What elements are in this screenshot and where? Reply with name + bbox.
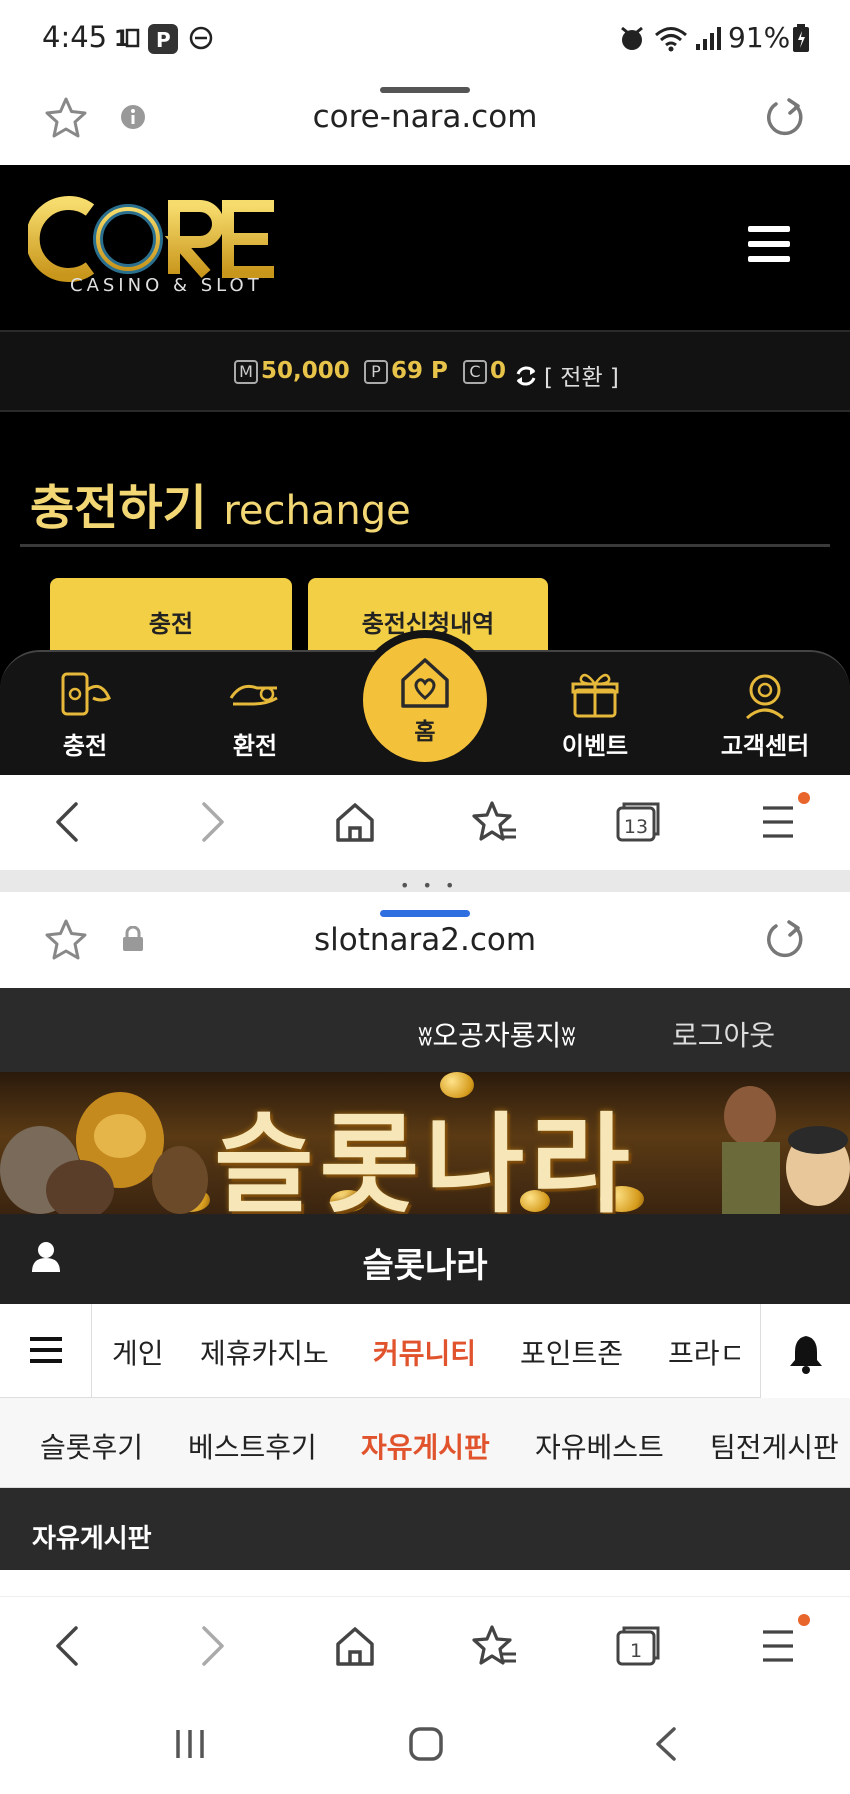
svg-text:13: 13: [624, 816, 648, 838]
support-headset-icon: [746, 674, 784, 720]
sim-icon: 1: [114, 24, 140, 52]
bell-icon: [790, 1336, 822, 1374]
refresh-icon[interactable]: [514, 364, 538, 388]
active-window-handle[interactable]: [380, 910, 470, 917]
forward-icon[interactable]: [198, 800, 228, 844]
comp-icon: C: [463, 360, 487, 384]
username[interactable]: ʬ오공자룡지ʬ: [418, 1014, 576, 1054]
exchange-icon: [229, 684, 278, 706]
tabs-icon-2[interactable]: 1: [614, 1624, 660, 1668]
bottom-browser-toolbar: [0, 1596, 850, 1692]
board-title: 자유게시판: [32, 1524, 152, 1554]
submenu-best-review[interactable]: 베스트후기: [188, 1426, 317, 1466]
reload-icon[interactable]: [762, 96, 806, 140]
logout-link[interactable]: 로그아웃: [672, 1014, 775, 1054]
nav-exchange[interactable]: 환전: [185, 668, 325, 761]
comp-balance: C0: [463, 358, 506, 384]
notification-dot-2: [798, 1614, 810, 1626]
url-text-2[interactable]: slotnara2.com: [0, 922, 850, 958]
parking-icon: P: [148, 24, 178, 54]
alarm-icon: [618, 24, 646, 54]
core-menu-icon[interactable]: [748, 226, 790, 262]
battery-icon: [792, 24, 810, 54]
svg-text:1: 1: [630, 1640, 642, 1662]
menu-item-point-zone[interactable]: 포인트존: [520, 1332, 623, 1372]
signal-icon: [694, 24, 722, 54]
menu-hamburger-icon[interactable]: [0, 1304, 92, 1398]
core-logo-subtitle: CASINO & SLOT: [70, 275, 263, 296]
bookmarks-icon[interactable]: [472, 800, 518, 844]
url-text[interactable]: core-nara.com: [0, 99, 850, 135]
menu-item-game[interactable]: 게인: [112, 1332, 164, 1372]
system-home-icon[interactable]: [408, 1726, 444, 1762]
nav-event[interactable]: 이벤트: [525, 668, 665, 761]
menu-icon[interactable]: [760, 802, 798, 842]
submenu-free-board[interactable]: 자유게시판: [361, 1426, 490, 1466]
title-divider: [20, 544, 830, 547]
battery-percent: 91%: [728, 21, 791, 54]
svg-text:P: P: [156, 28, 171, 52]
notification-bell[interactable]: [760, 1304, 850, 1398]
menu-item-more[interactable]: 프라ㄷ: [668, 1332, 740, 1372]
money-icon: M: [234, 360, 258, 384]
bookmarks-icon-2[interactable]: [472, 1624, 518, 1668]
notification-dot: [798, 792, 810, 804]
money-balance: M 50,000: [234, 358, 350, 384]
banner-title: 슬롯나라: [214, 1103, 636, 1228]
page-title: 충전하기 rechange: [30, 480, 411, 536]
submenu-slot-review[interactable]: 슬롯후기: [40, 1426, 143, 1466]
tabs-icon[interactable]: 13: [614, 800, 660, 844]
status-time: 4:45: [42, 20, 108, 54]
point-icon: P: [364, 360, 388, 384]
gift-icon: [571, 673, 619, 718]
home-icon[interactable]: [334, 800, 376, 844]
switch-button[interactable]: [ 전환 ]: [544, 358, 619, 392]
submenu-free-best[interactable]: 자유베스트: [535, 1426, 664, 1466]
home-heart-icon: [401, 658, 449, 708]
top-browser-toolbar: [0, 775, 850, 870]
menu-item-partner-casino[interactable]: 제휴카지노: [200, 1332, 329, 1372]
home-icon-2[interactable]: [334, 1624, 376, 1668]
charge-icon: [61, 672, 111, 716]
back-icon-2[interactable]: [52, 1624, 82, 1668]
submenu-team-board[interactable]: 팀전게시판: [710, 1426, 850, 1466]
forward-icon-2[interactable]: [198, 1624, 228, 1668]
menu-item-community[interactable]: 커뮤니티: [373, 1332, 476, 1372]
nav-support[interactable]: 고객센터: [695, 668, 835, 761]
dnd-icon: [188, 24, 214, 52]
system-back-icon[interactable]: [652, 1726, 680, 1762]
wifi-icon: [654, 24, 688, 54]
window-drag-handle[interactable]: [380, 87, 470, 93]
nav-charge[interactable]: 충전: [15, 668, 155, 761]
point-balance: P 69 P: [364, 358, 448, 384]
menu-icon-2[interactable]: [760, 1626, 798, 1666]
back-icon[interactable]: [52, 800, 82, 844]
reload-icon-2[interactable]: [762, 918, 806, 962]
nav-home[interactable]: 홈: [355, 630, 495, 770]
site-title[interactable]: 슬롯나라: [0, 1238, 850, 1287]
recent-apps-icon[interactable]: [172, 1728, 208, 1760]
